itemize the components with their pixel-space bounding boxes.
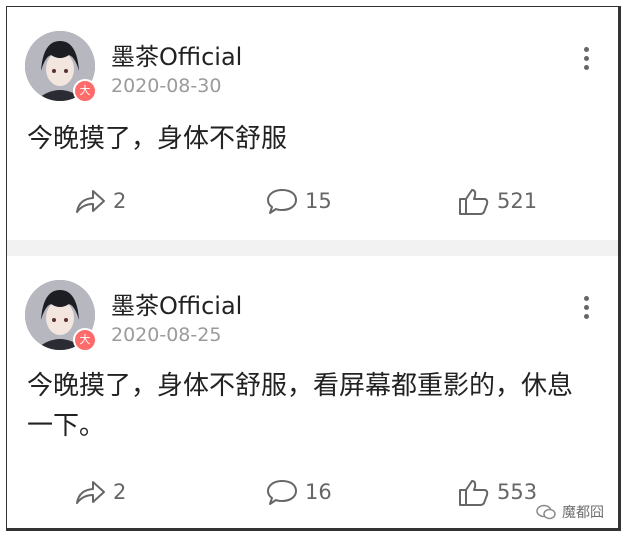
post-actions: 2 16 553 xyxy=(7,472,618,512)
feed-frame: 大 墨茶Official 2020-08-30 今晚摸了，身体不舒服 2 15 xyxy=(6,6,621,531)
thumbs-up-icon xyxy=(459,480,489,506)
post-card: 大 墨茶Official 2020-08-25 今晚摸了，身体不舒服，看屏幕都重… xyxy=(7,256,618,528)
share-button[interactable]: 2 xyxy=(73,472,126,512)
comment-icon xyxy=(267,189,297,214)
watermark-label: 魔都囧 xyxy=(562,505,604,521)
comment-count: 16 xyxy=(305,480,332,504)
level-badge: 大 xyxy=(73,328,97,352)
post-text: 今晚摸了，身体不舒服，看屏幕都重影的，休息一下。 xyxy=(27,371,574,441)
post-text: 今晚摸了，身体不舒服 xyxy=(27,124,288,154)
share-icon xyxy=(76,190,105,213)
share-count: 2 xyxy=(113,480,127,504)
avatar[interactable]: 大 xyxy=(25,280,97,352)
wechat-icon xyxy=(536,504,556,520)
level-badge: 大 xyxy=(73,79,97,103)
share-icon xyxy=(76,481,105,504)
username[interactable]: 墨茶Official xyxy=(111,37,242,72)
like-count: 521 xyxy=(497,189,538,213)
post-actions: 2 15 521 xyxy=(7,181,618,221)
like-button[interactable]: 553 xyxy=(457,472,537,512)
comment-button[interactable]: 15 xyxy=(265,181,332,221)
share-button[interactable]: 2 xyxy=(73,181,126,221)
avatar[interactable]: 大 xyxy=(25,31,97,103)
like-button[interactable]: 521 xyxy=(457,181,537,221)
watermark: 魔都囧 xyxy=(536,502,604,522)
more-vertical-icon[interactable] xyxy=(582,47,590,75)
comment-button[interactable]: 16 xyxy=(265,472,332,512)
post-divider xyxy=(7,240,618,256)
like-count: 553 xyxy=(497,480,538,504)
post-date: 2020-08-25 xyxy=(111,324,222,346)
post-card: 大 墨茶Official 2020-08-30 今晚摸了，身体不舒服 2 15 xyxy=(7,7,618,240)
thumbs-up-icon xyxy=(459,189,489,215)
share-count: 2 xyxy=(113,189,127,213)
comment-icon xyxy=(267,480,297,505)
comment-count: 15 xyxy=(305,189,332,213)
more-vertical-icon[interactable] xyxy=(582,296,590,324)
post-date: 2020-08-30 xyxy=(111,75,222,97)
username[interactable]: 墨茶Official xyxy=(111,286,242,321)
